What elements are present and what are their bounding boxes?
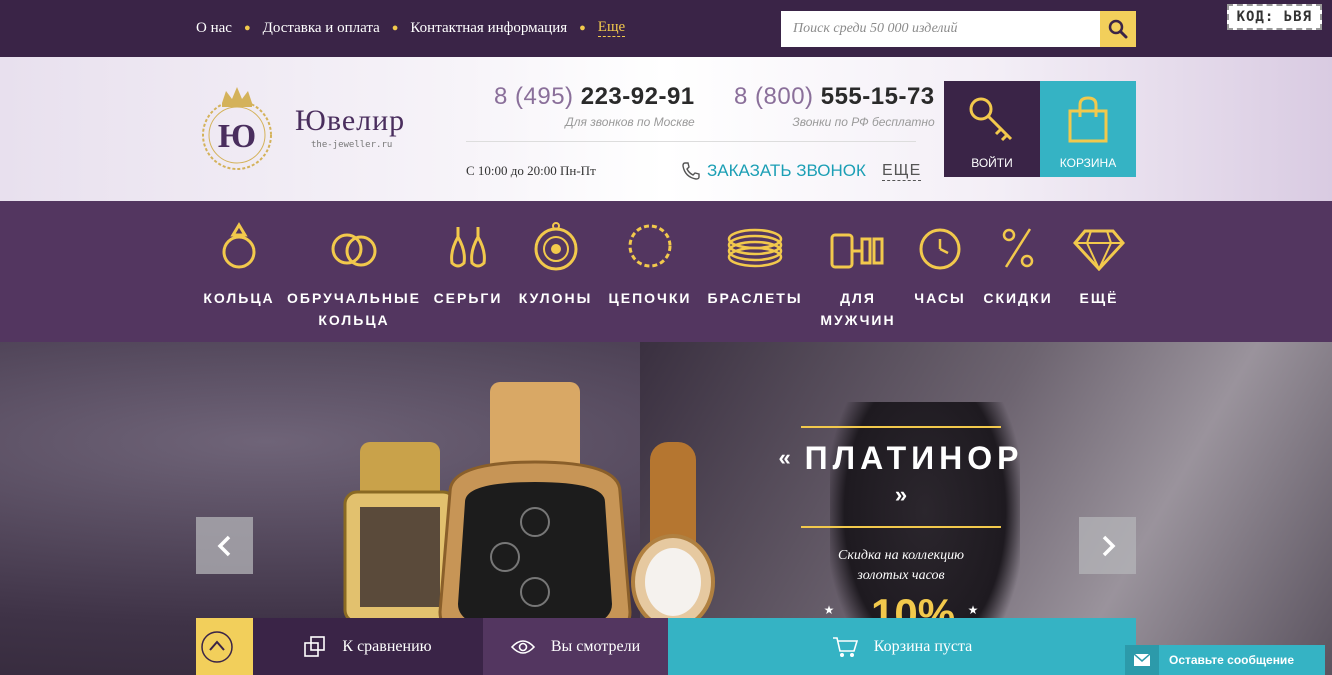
category-label: СКИДКИ	[983, 290, 1053, 306]
category-label: БРАСЛЕТЫ	[707, 290, 803, 306]
category-watches[interactable]: ЧАСЫ	[910, 201, 970, 309]
brand-name: Ювелир	[295, 104, 406, 137]
cart-label: КОРЗИНА	[1059, 156, 1117, 170]
star-icon: ★	[823, 603, 835, 617]
diamond-icon	[1073, 229, 1125, 271]
category-label: ЦЕПОЧКИ	[608, 290, 692, 306]
phone-number[interactable]: 8 (800) 555-15-73	[734, 83, 935, 111]
brand-domain: the-jeweller.ru	[311, 140, 393, 150]
callback-link[interactable]: ЗАКАЗАТЬ ЗВОНОК	[681, 161, 866, 181]
phone-moscow: 8 (495) 223-92-91 Для звонков по Москве	[494, 83, 695, 129]
chain-icon	[628, 224, 672, 268]
logo-monogram: Ю	[218, 118, 256, 155]
viewed-button[interactable]: Вы смотрели	[483, 618, 668, 675]
chevron-left-icon	[217, 535, 230, 556]
promo-block: « ПЛАТИНОР » Скидка на коллекцию золотых …	[770, 426, 1032, 638]
search-input[interactable]	[781, 11, 1100, 47]
bracelet-icon	[727, 228, 783, 268]
pendant-icon	[534, 222, 577, 271]
cart-status-label: Корзина пуста	[873, 637, 973, 655]
category-earrings[interactable]: СЕРЬГИ	[433, 201, 503, 309]
viewed-label: Вы смотрели	[550, 637, 641, 655]
leave-message-label: Оставьте сообщение	[1169, 653, 1294, 667]
compare-button[interactable]: К сравнению	[253, 618, 483, 675]
top-nav: О нас ● Доставка и оплата ● Контактная и…	[196, 19, 626, 37]
category-wedding-rings[interactable]: ОБРУЧАЛЬНЫЕ КОЛЬЦА	[287, 201, 421, 331]
header-more-link[interactable]: ЕЩЕ	[882, 162, 922, 181]
category-nav: КОЛЬЦА ОБРУЧАЛЬНЫЕ КОЛЬЦА СЕРЬГИ КУЛОНЫ Ц…	[0, 201, 1332, 342]
category-label: ЕЩЁ	[1079, 290, 1119, 306]
category-chains[interactable]: ЦЕПОЧКИ	[606, 201, 694, 309]
category-rings[interactable]: КОЛЬЦА	[203, 201, 275, 309]
wedding-rings-icon	[331, 233, 377, 267]
phone-number[interactable]: 8 (495) 223-92-91	[494, 83, 695, 111]
watch-icon	[919, 228, 961, 270]
promo-line-bottom	[801, 526, 1001, 528]
topnav-link-more[interactable]: Еще	[597, 19, 626, 37]
category-bracelets[interactable]: БРАСЛЕТЫ	[707, 201, 803, 309]
ring-icon	[222, 222, 256, 269]
category-label: СЕРЬГИ	[433, 290, 503, 306]
envelope-icon	[1134, 654, 1150, 666]
slider-next-button[interactable]	[1079, 517, 1136, 574]
promo-title: « ПЛАТИНОР »	[778, 440, 1024, 507]
compare-label: К сравнению	[342, 637, 432, 655]
category-label: КОЛЬЦА	[203, 290, 275, 306]
crown-monogram-icon: Ю	[202, 87, 272, 170]
promo-description: Скидка на коллекцию золотых часов	[838, 548, 964, 583]
compare-icon	[304, 635, 326, 657]
phone-digits: 223-92-91	[580, 83, 695, 110]
separator-dot: ●	[579, 22, 586, 34]
logo-emblem[interactable]: Ю	[196, 85, 278, 171]
topnav-link-contacts[interactable]: Контактная информация	[410, 20, 567, 37]
callback-label: ЗАКАЗАТЬ ЗВОНОК	[707, 161, 866, 180]
cart-button[interactable]: КОРЗИНА	[1040, 81, 1136, 177]
category-for-men[interactable]: ДЛЯ МУЖЧИН	[818, 201, 898, 331]
phone-russia: 8 (800) 555-15-73 Звонки по РФ бесплатно	[734, 83, 935, 129]
cufflinks-icon	[830, 233, 884, 269]
chevron-right-icon	[1102, 535, 1115, 556]
phone-code: 8 (800)	[734, 83, 814, 110]
search-box	[781, 11, 1136, 47]
search-button[interactable]	[1100, 11, 1136, 47]
brand[interactable]: Ювелир the-jeweller.ru	[295, 104, 405, 150]
chevron-up-circle-icon	[200, 630, 233, 663]
separator-dot: ●	[391, 22, 399, 34]
eye-icon	[510, 639, 535, 654]
key-icon	[969, 97, 1013, 142]
phone-digits: 555-15-73	[820, 83, 935, 110]
phone-note: Звонки по РФ бесплатно	[792, 115, 935, 129]
category-label: ДЛЯ МУЖЧИН	[820, 290, 896, 328]
category-more[interactable]: ЕЩЁ	[1068, 201, 1130, 309]
separator-dot: ●	[243, 22, 251, 34]
header-divider	[466, 141, 916, 142]
topnav-link-about[interactable]: О нас	[196, 20, 232, 37]
slider-prev-button[interactable]	[196, 517, 253, 574]
phone-code: 8 (495)	[494, 83, 574, 110]
category-label: ЧАСЫ	[914, 290, 966, 306]
scroll-top-button[interactable]	[196, 618, 253, 675]
topnav-link-delivery[interactable]: Доставка и оплата	[263, 20, 380, 37]
category-label: КУЛОНЫ	[518, 290, 593, 306]
leave-message-button[interactable]: Оставьте сообщение	[1125, 645, 1325, 675]
shopping-cart-icon	[832, 636, 858, 657]
phone-note: Для звонков по Москве	[565, 115, 695, 129]
category-label: ОБРУЧАЛЬНЫЕ КОЛЬЦА	[287, 290, 421, 328]
cart-status-button[interactable]: Корзина пуста	[668, 618, 1136, 675]
search-icon	[1108, 19, 1128, 39]
star-icon: ★	[967, 603, 979, 617]
category-pendants[interactable]: КУЛОНЫ	[518, 201, 593, 309]
category-discounts[interactable]: СКИДКИ	[980, 201, 1056, 309]
phone-handset-icon	[682, 162, 700, 180]
top-bar: О нас ● Доставка и оплата ● Контактная и…	[0, 0, 1332, 57]
earrings-icon	[450, 227, 486, 268]
login-label: ВОЙТИ	[971, 156, 1013, 170]
bottom-toolbar: К сравнению Вы смотрели Корзина пуста	[196, 618, 1136, 675]
working-hours: С 10:00 до 20:00 Пн-Пт	[466, 163, 596, 178]
login-button[interactable]: ВОЙТИ	[944, 81, 1040, 177]
shopping-bag-icon	[1068, 96, 1108, 143]
code-badge: КОД: ЬВЯ	[1226, 4, 1322, 30]
percent-icon	[1002, 228, 1034, 268]
